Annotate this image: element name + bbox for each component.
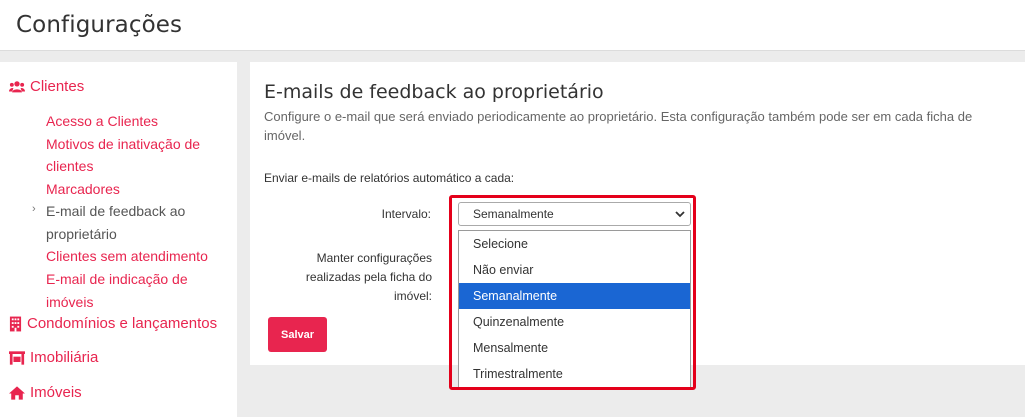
- section-description: Configure o e-mail que será enviado peri…: [264, 109, 973, 143]
- sidebar-section-label: Clientes: [30, 78, 85, 95]
- send-label: Enviar e-mails de relatórios automático …: [264, 171, 515, 185]
- sidebar: Clientes Acesso a Clientes Motivos de in…: [0, 62, 237, 417]
- sidebar-item-marcadores[interactable]: Marcadores: [46, 178, 120, 201]
- option-selecione[interactable]: Selecione: [459, 231, 690, 257]
- sidebar-section-imobiliaria[interactable]: Imobiliária: [9, 349, 98, 366]
- sidebar-section-clientes[interactable]: Clientes: [9, 78, 84, 95]
- sidebar-section-imoveis[interactable]: Imóveis: [9, 384, 82, 401]
- option-semanalmente[interactable]: Semanalmente: [459, 283, 690, 309]
- interval-select[interactable]: Semanalmente: [458, 202, 691, 226]
- section-title: E-mails de feedback ao proprietário: [264, 81, 604, 103]
- top-bar: Configurações: [0, 0, 1025, 51]
- option-nao-enviar[interactable]: Não enviar: [459, 257, 690, 283]
- sidebar-item-email-indicacao[interactable]: E-mail de indicação de imóveis: [46, 268, 237, 313]
- users-icon: [9, 80, 25, 92]
- option-trimestralmente[interactable]: Trimestralmente: [459, 361, 690, 387]
- interval-dropdown: Selecione Não enviar Semanalmente Quinze…: [458, 230, 691, 388]
- sidebar-item-motivos-inativacao-cont[interactable]: clientes: [46, 155, 93, 178]
- chevron-down-icon: [675, 211, 685, 218]
- chevron-right-icon: ›: [32, 203, 36, 215]
- save-button[interactable]: Salvar: [268, 317, 327, 352]
- option-quinzenalmente[interactable]: Quinzenalmente: [459, 309, 690, 335]
- sidebar-section-label: Imóveis: [30, 384, 82, 401]
- page-title: Configurações: [16, 12, 183, 38]
- interval-select-value: Semanalmente: [473, 207, 554, 221]
- sidebar-item-clientes-sem-atendimento[interactable]: Clientes sem atendimento: [46, 245, 208, 268]
- sidebar-item-motivos-inativacao[interactable]: Motivos de inativação de: [46, 133, 200, 156]
- keep-settings-label: Manter configurações realizadas pela fic…: [305, 251, 432, 303]
- interval-label: Intervalo:: [381, 207, 431, 221]
- option-mensalmente[interactable]: Mensalmente: [459, 335, 690, 361]
- sidebar-item-email-feedback-cont[interactable]: proprietário: [46, 223, 117, 246]
- sidebar-section-label: Condomínios e lançamentos: [27, 315, 218, 332]
- sidebar-item-email-feedback[interactable]: E-mail de feedback ao: [46, 200, 185, 223]
- sidebar-section-label: Imobiliária: [30, 349, 99, 366]
- sidebar-item-acesso-clientes[interactable]: Acesso a Clientes: [46, 110, 158, 133]
- sidebar-section-condominios[interactable]: Condomínios e lançamentos: [9, 315, 217, 332]
- store-icon: [9, 350, 25, 365]
- home-icon: [9, 385, 25, 400]
- building-icon: [9, 316, 22, 331]
